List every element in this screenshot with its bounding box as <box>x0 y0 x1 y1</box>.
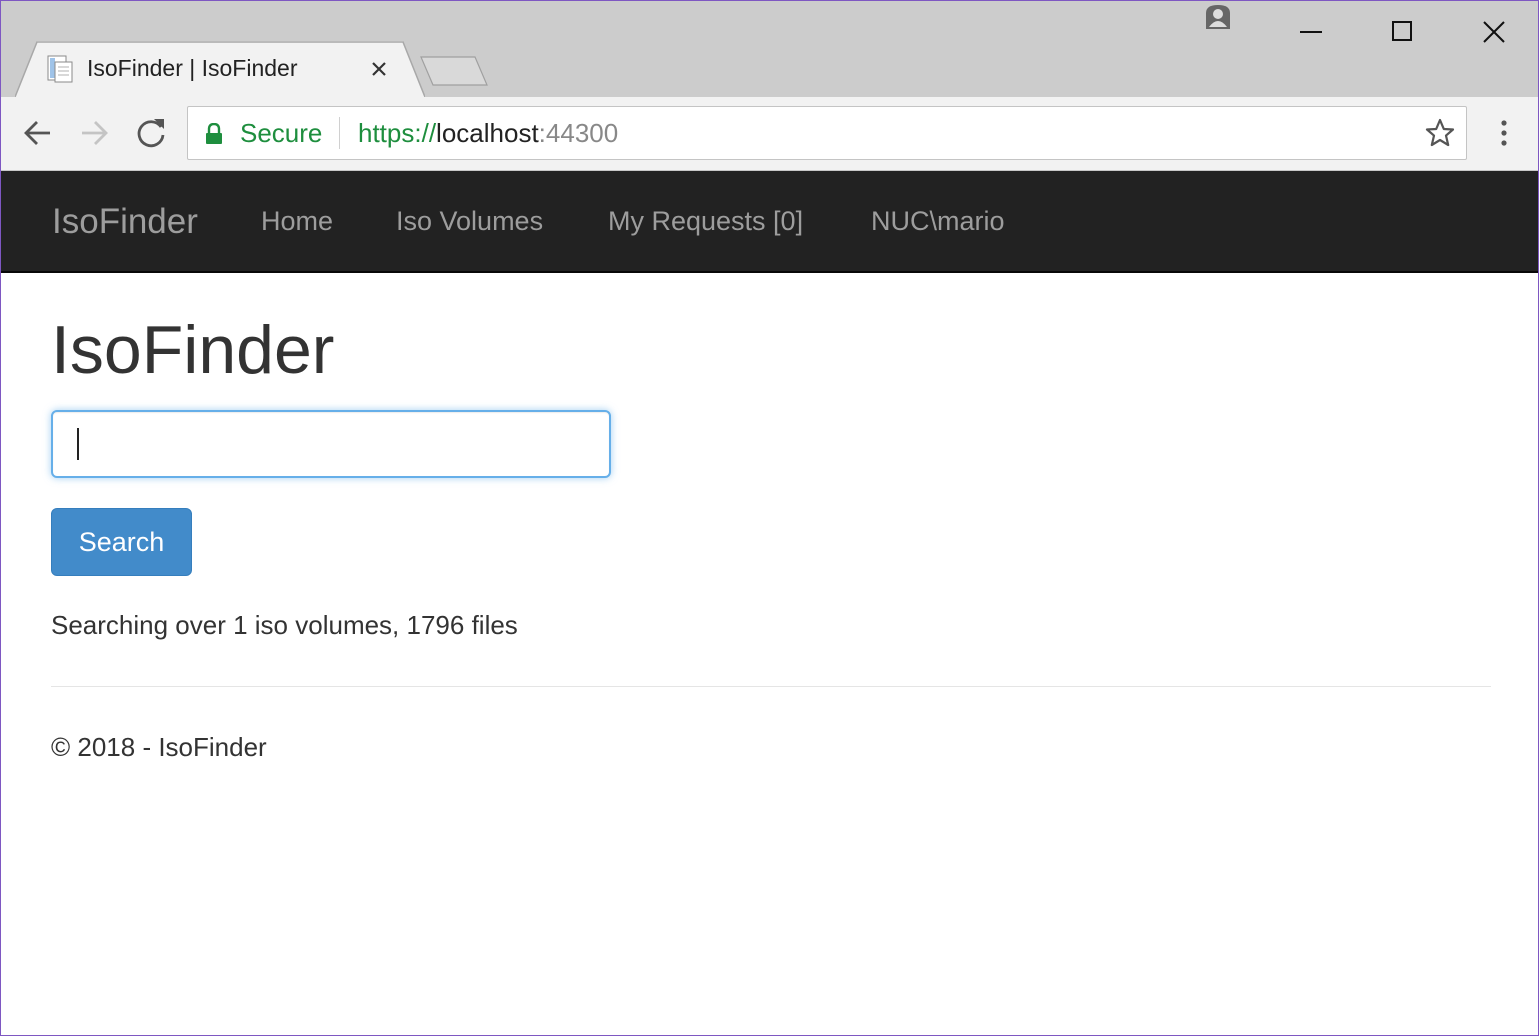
nav-link-home[interactable]: Home <box>261 206 333 237</box>
address-divider <box>339 117 340 149</box>
new-tab-button[interactable] <box>419 55 489 87</box>
nav-link-my-requests[interactable]: My Requests [0] <box>608 206 803 237</box>
url-host: localhost <box>436 118 539 148</box>
maximize-window-icon[interactable] <box>1379 11 1425 53</box>
footer-copyright: © 2018 - IsoFinder <box>51 732 267 762</box>
search-stats-text: Searching over 1 iso volumes, 1796 files <box>51 610 518 640</box>
search-input[interactable] <box>51 410 611 478</box>
minimize-window-icon[interactable] <box>1288 11 1334 53</box>
footer-divider <box>51 686 1491 687</box>
profile-icon[interactable] <box>1204 5 1232 29</box>
tab-title: IsoFinder | IsoFinder <box>87 55 298 81</box>
page-title: IsoFinder <box>51 312 335 388</box>
text-caret <box>77 428 79 460</box>
reload-icon[interactable] <box>131 113 171 153</box>
url-text[interactable]: https://localhost:44300 <box>358 118 618 149</box>
navbar-brand[interactable]: IsoFinder <box>52 202 198 242</box>
bookmark-star-icon[interactable] <box>1424 117 1456 149</box>
url-scheme: https:// <box>358 118 437 148</box>
page-favicon-icon <box>47 55 73 83</box>
close-tab-icon[interactable] <box>367 57 391 81</box>
lock-icon <box>206 123 222 144</box>
url-port: :44300 <box>538 118 619 148</box>
close-window-icon[interactable] <box>1471 11 1517 53</box>
kebab-menu-icon[interactable] <box>1493 117 1515 149</box>
search-button[interactable]: Search <box>51 508 192 576</box>
secure-label: Secure <box>240 118 323 148</box>
nav-link-user[interactable]: NUC\mario <box>871 206 1005 237</box>
forward-arrow-icon[interactable] <box>74 113 114 153</box>
back-arrow-icon[interactable] <box>18 113 58 153</box>
nav-link-iso-volumes[interactable]: Iso Volumes <box>396 206 543 237</box>
